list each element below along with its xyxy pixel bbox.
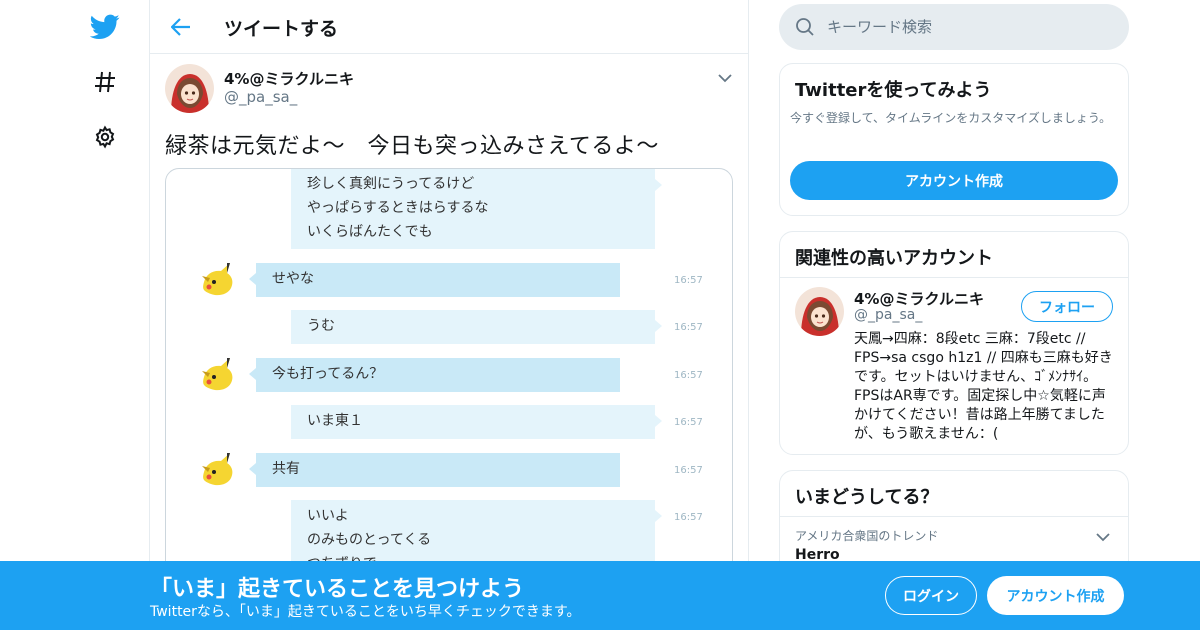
create-account-button[interactable]: アカウント作成 (790, 161, 1118, 200)
chat-line: 珍しく真剣にうってるけど (307, 176, 475, 192)
chat-line: 今も打ってるん？ (272, 366, 384, 382)
chat-timestamp: 16:57 (674, 417, 703, 428)
chat-bubble-sent: 珍しく真剣にうってるけど やっぱらするときはらするな いくらばんたくでも (291, 169, 662, 249)
pikachu-avatar-icon (200, 452, 238, 488)
author-avatar[interactable] (165, 64, 214, 113)
chat-line: のみものとってくる (307, 532, 432, 548)
chat-timestamp: 16:57 (674, 512, 703, 523)
trend-context: アメリカ合衆国のトレンド (795, 529, 939, 543)
chat-bubble-sent: うむ (291, 310, 662, 344)
chat-line: せやな (272, 271, 314, 287)
signup-card-title: Twitterを使ってみよう (795, 80, 992, 101)
divider (780, 516, 1128, 517)
chat-bubble-received: 今も打ってるん？ (249, 358, 620, 392)
related-accounts-card: 関連性の高いアカウント 4%@ミラクルニキ @_pa_sa_ フォロー 天鳳→四… (779, 231, 1129, 455)
related-card-title: 関連性の高いアカウント (795, 248, 993, 269)
chat-bubble-received: 共有 (249, 453, 620, 487)
search-box[interactable] (779, 4, 1129, 50)
tweet-image[interactable]: 珍しく真剣にうってるけど やっぱらするときはらするな いくらばんたくでも せやな… (165, 168, 733, 588)
related-account-handle[interactable]: @_pa_sa_ (854, 307, 922, 323)
chat-timestamp: 16:57 (674, 322, 703, 333)
banner-subtitle: Twitterなら、「いま」起きていることをいち早くチェックできます。 (150, 604, 581, 620)
search-input[interactable] (827, 14, 1107, 40)
hashtag-icon[interactable] (90, 67, 120, 97)
banner-title: 「いま」起きていることを見つけよう (150, 577, 525, 602)
column-header: ツイートする (150, 0, 748, 54)
chat-timestamp: 16:57 (674, 275, 703, 286)
gear-icon[interactable] (90, 122, 120, 152)
related-account-bio: 天鳳→四麻：8段etc 三麻：7段etc // FPS→sa csgo h1z1… (854, 331, 1113, 442)
signup-description: 今すぐ登録して、タイムラインをカスタマイズしましょう。 (790, 111, 1112, 125)
page: ツイートする 4%@ミラクルニキ @_pa_sa_ 緑茶は元気だよ～ 今日も突っ… (0, 0, 1200, 630)
chat-line: いま東１ (307, 413, 363, 429)
main-column: ツイートする 4%@ミラクルニキ @_pa_sa_ 緑茶は元気だよ～ 今日も突っ… (149, 0, 749, 630)
chevron-down-icon[interactable] (1096, 527, 1114, 545)
trends-title: いまどうしてる？ (795, 487, 939, 508)
chat-line: いいよ (307, 508, 349, 524)
follow-button[interactable]: フォロー (1021, 291, 1113, 322)
chat-timestamp: 16:57 (674, 370, 703, 381)
chat-bubble-sent: いま東１ (291, 405, 662, 439)
chat-line: やっぱらするときはらするな (307, 200, 489, 216)
author-handle[interactable]: @_pa_sa_ (224, 88, 297, 106)
login-button[interactable]: ログイン (885, 576, 977, 615)
chat-line: いくらばんたくでも (307, 224, 433, 240)
chat-line: 共有 (272, 461, 300, 477)
banner-create-account-button[interactable]: アカウント作成 (987, 576, 1124, 615)
tweet-header: 4%@ミラクルニキ @_pa_sa_ (165, 64, 735, 114)
signup-banner: 「いま」起きていることを見つけよう Twitterなら、「いま」起きていることを… (0, 561, 1200, 630)
pikachu-avatar-icon (200, 357, 238, 393)
divider (780, 277, 1128, 278)
chat-bubble-received: せやな (249, 263, 620, 297)
back-arrow-icon[interactable] (168, 14, 194, 40)
related-account-name[interactable]: 4%@ミラクルニキ (854, 288, 984, 309)
author-name[interactable]: 4%@ミラクルニキ (224, 68, 354, 89)
twitter-bird-icon[interactable] (90, 12, 120, 42)
search-icon (795, 17, 815, 37)
chat-line: うむ (307, 318, 335, 334)
page-title: ツイートする (224, 18, 339, 40)
tweet-text: 緑茶は元気だよ～ 今日も突っ込みさえてるよ～ (165, 134, 659, 159)
pikachu-avatar-icon (200, 262, 238, 298)
chat-timestamp: 16:57 (674, 465, 703, 476)
chevron-down-icon[interactable] (715, 68, 735, 88)
signup-card: Twitterを使ってみよう 今すぐ登録して、タイムラインをカスタマイズしましょ… (779, 63, 1129, 216)
related-account-avatar[interactable] (795, 287, 844, 336)
